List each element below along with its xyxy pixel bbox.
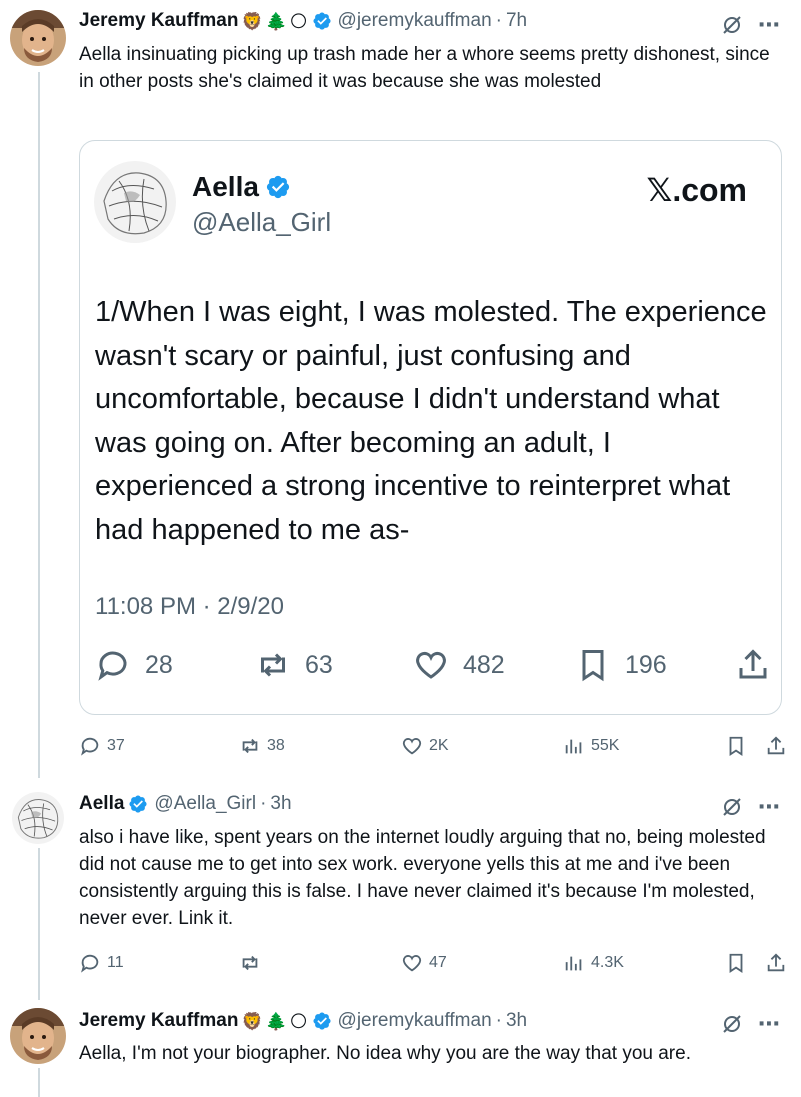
like-button[interactable]: 2K xyxy=(401,735,449,757)
author-handle[interactable]: @jeremykauffman xyxy=(338,1010,492,1032)
repost-icon xyxy=(242,738,258,754)
quote-body: 1/When I was eight, I was molested. The … xyxy=(95,296,767,546)
tweet-header-actions: ⋯ xyxy=(720,1011,781,1037)
reply-button[interactable]: 37 xyxy=(79,735,125,757)
author-name[interactable]: Jeremy Kauffman xyxy=(79,1010,238,1032)
repost-button[interactable] xyxy=(239,952,267,974)
quote-reposts: 63 xyxy=(255,647,333,683)
verified-icon xyxy=(312,1012,331,1030)
like-icon xyxy=(402,738,422,755)
repost-icon xyxy=(261,653,285,677)
reply-button[interactable]: 11 xyxy=(79,952,124,974)
action-bar: 11 47 4.3K xyxy=(79,952,789,976)
views-button[interactable]: 55K xyxy=(563,735,619,757)
like-count: 47 xyxy=(429,954,447,971)
tweet-text: Aella insinuating picking up trash made … xyxy=(79,44,770,92)
reply-count: 11 xyxy=(107,954,124,971)
action-bar: 37 38 2K 55K xyxy=(79,735,789,759)
views-button[interactable]: 4.3K xyxy=(563,952,624,974)
tweet-header-actions: ⋯ xyxy=(720,794,781,820)
reply-icon xyxy=(81,954,99,973)
repost-count: 38 xyxy=(267,737,285,754)
author-name[interactable]: Aella xyxy=(79,793,124,815)
quote-bookmarks-count: 196 xyxy=(625,650,667,679)
author-handle[interactable]: @jeremykauffman xyxy=(338,10,492,32)
tweet-header: Aella @Aella_Girl · 3h xyxy=(79,793,292,815)
like-count: 2K xyxy=(429,737,449,754)
more-icon[interactable]: ⋯ xyxy=(758,794,781,820)
timestamp[interactable]: 3h xyxy=(506,1010,527,1032)
share-button[interactable] xyxy=(765,952,787,974)
quote-stats: 28 63 482 196 xyxy=(95,647,770,687)
quote-avatar xyxy=(94,161,176,243)
quote-likes-count: 482 xyxy=(463,650,505,679)
quote-author-handle: @Aella_Girl xyxy=(192,207,332,237)
quote-likes: 482 xyxy=(413,647,505,683)
quote-bookmarks: 196 xyxy=(575,647,667,683)
tweet-header: Jeremy Kauffman 🦁 🌲 🌕 @jeremykauffman · … xyxy=(79,1010,527,1032)
timestamp[interactable]: 3h xyxy=(270,793,291,815)
tweet[interactable]: Jeremy Kauffman 🦁 🌲 🌕 @jeremykauffman · … xyxy=(0,998,801,1097)
views-count: 4.3K xyxy=(591,954,624,971)
share-icon xyxy=(767,953,785,972)
grok-icon[interactable] xyxy=(720,1012,744,1036)
repost-button[interactable]: 38 xyxy=(239,735,285,757)
bookmark-icon xyxy=(729,736,743,756)
tweet-header: Jeremy Kauffman 🦁 🌲 🌕 @jeremykauffman · … xyxy=(79,10,527,32)
avatar[interactable] xyxy=(10,10,66,66)
quote-author-name: Aella xyxy=(192,171,291,203)
tweet-text: Aella, I'm not your biographer. No idea … xyxy=(79,1043,691,1064)
reply-icon xyxy=(81,737,99,756)
quote-replies-count: 28 xyxy=(145,650,173,679)
quote-author-label: Aella xyxy=(192,171,259,202)
grok-icon[interactable] xyxy=(720,13,744,37)
separator: · xyxy=(260,793,267,814)
repost-icon xyxy=(242,955,258,971)
like-icon xyxy=(416,651,446,679)
moon-emoji: 🌕 xyxy=(289,11,308,31)
avatar[interactable] xyxy=(12,792,64,844)
quote-share xyxy=(735,647,785,683)
lion-emoji: 🦁 xyxy=(241,11,263,31)
verified-icon xyxy=(129,795,147,813)
avatar[interactable] xyxy=(10,1008,66,1064)
tree-emoji: 🌲 xyxy=(265,1011,287,1031)
bookmark-icon xyxy=(582,650,604,682)
author-handle[interactable]: @Aella_Girl xyxy=(154,793,256,815)
quote-reposts-count: 63 xyxy=(305,650,333,679)
timestamp[interactable]: 7h xyxy=(506,10,527,32)
bookmark-button[interactable] xyxy=(725,735,747,757)
tweet-header-actions: ⋯ xyxy=(720,12,781,38)
like-icon xyxy=(402,955,422,972)
more-icon[interactable]: ⋯ xyxy=(758,1011,781,1037)
separator: · xyxy=(495,10,502,31)
lion-emoji: 🦁 xyxy=(241,1011,263,1031)
share-icon xyxy=(739,649,767,679)
quote-date: 11:08 PM · 2/9/20 xyxy=(95,593,284,620)
tweet[interactable]: Jeremy Kauffman 🦁 🌲 🌕 @jeremykauffman · … xyxy=(0,0,801,778)
tweet-text: also i have like, spent years on the int… xyxy=(79,827,766,929)
verified-icon xyxy=(266,175,290,199)
views-icon xyxy=(565,956,582,971)
x-logo: 𝕏.com xyxy=(646,172,747,208)
tweet[interactable]: Aella @Aella_Girl · 3h ⋯ also i have lik… xyxy=(0,778,801,998)
quote-replies: 28 xyxy=(95,647,173,683)
reply-count: 37 xyxy=(107,737,125,754)
share-button[interactable] xyxy=(765,735,787,757)
bookmark-icon xyxy=(729,953,743,973)
views-count: 55K xyxy=(591,737,620,754)
tree-emoji: 🌲 xyxy=(265,11,287,31)
bookmark-button[interactable] xyxy=(725,952,747,974)
moon-emoji: 🌕 xyxy=(289,1011,308,1031)
verified-icon xyxy=(312,12,331,30)
grok-icon[interactable] xyxy=(720,795,744,819)
separator: · xyxy=(495,1010,502,1031)
quoted-tweet-image[interactable]: Aella @Aella_Girl 𝕏.com 1/When I was eig… xyxy=(79,140,782,715)
more-icon[interactable]: ⋯ xyxy=(758,12,781,38)
like-button[interactable]: 47 xyxy=(401,952,447,974)
share-icon xyxy=(767,736,785,755)
author-name[interactable]: Jeremy Kauffman xyxy=(79,10,238,32)
reply-icon xyxy=(98,651,127,681)
views-icon xyxy=(565,739,582,754)
